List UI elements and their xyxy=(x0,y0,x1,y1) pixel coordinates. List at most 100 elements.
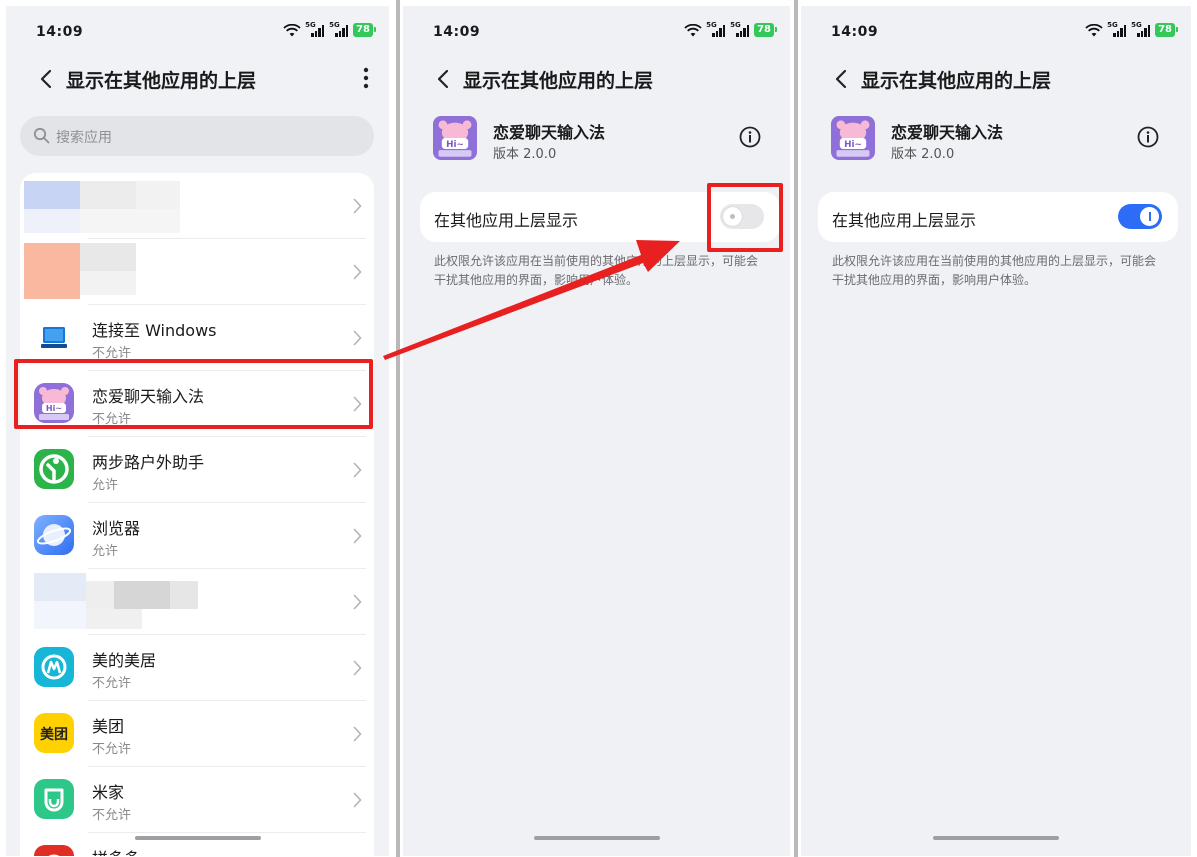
svg-text:美团: 美团 xyxy=(40,726,68,743)
nav-bar: 显示在其他应用的上层 xyxy=(801,58,1191,102)
highlight-box-app-row xyxy=(14,359,373,429)
app-name: 浏览器 xyxy=(92,519,141,538)
list-item-midea[interactable]: 美的美居 不允许 xyxy=(20,635,374,701)
page-title: 显示在其他应用的上层 xyxy=(861,70,1052,92)
info-icon[interactable] xyxy=(739,126,761,148)
app-version: 版本 2.0.0 xyxy=(891,147,955,162)
permission-status: 不允许 xyxy=(92,676,132,691)
signal-icon: 5G xyxy=(305,21,325,37)
divider xyxy=(396,0,400,857)
divider xyxy=(794,0,798,857)
back-arrow-icon[interactable] xyxy=(831,68,853,90)
meituan-icon: 美团 xyxy=(34,713,74,753)
svg-text:Hi~: Hi~ xyxy=(446,140,464,150)
search-icon xyxy=(33,127,50,144)
battery-icon: 78 xyxy=(754,23,777,37)
app-name: 连接至 Windows xyxy=(92,321,217,340)
home-indicator[interactable] xyxy=(933,836,1059,840)
permission-status: 不允许 xyxy=(92,808,132,823)
signal-icon: 5G xyxy=(706,21,726,37)
app-name: 恋爱聊天输入法 xyxy=(891,123,1004,142)
signal-icon: 5G xyxy=(730,21,750,37)
link-to-windows-icon xyxy=(34,317,74,357)
status-bar: 14:09 5G 5G 78 xyxy=(403,6,790,56)
app-name: 美的美居 xyxy=(92,651,157,670)
chevron-right-icon xyxy=(353,264,362,280)
app-name: 米家 xyxy=(92,783,125,802)
two-step-outdoor-icon xyxy=(34,449,74,489)
battery-icon: 78 xyxy=(353,23,376,37)
battery-icon: 78 xyxy=(1155,23,1178,37)
chevron-right-icon xyxy=(353,198,362,214)
page-title: 显示在其他应用的上层 xyxy=(66,70,257,92)
permission-status: 不允许 xyxy=(92,742,132,757)
app-name: 恋爱聊天输入法 xyxy=(493,123,606,142)
status-bar: 14:09 5G 5G 78 xyxy=(801,6,1191,56)
chevron-right-icon xyxy=(353,330,362,346)
love-chat-keyboard-icon: Hi~ xyxy=(831,116,875,160)
status-time: 14:09 xyxy=(433,24,481,40)
status-icons: 5G 5G 78 xyxy=(283,21,376,37)
app-name: 美团 xyxy=(92,717,125,736)
love-chat-keyboard-icon: Hi~ xyxy=(433,116,477,160)
list-item-mijia[interactable]: 米家 不允许 xyxy=(20,767,374,833)
list-item-blurred[interactable] xyxy=(20,173,374,239)
chevron-right-icon xyxy=(353,660,362,676)
setting-label: 在其他应用上层显示 xyxy=(434,211,579,230)
status-icons: 5G 5G 78 xyxy=(684,21,777,37)
home-indicator[interactable] xyxy=(533,836,660,840)
back-arrow-icon[interactable] xyxy=(36,68,58,90)
app-list: 连接至 Windows 不允许 Hi~ 恋爱聊天输入法 不允许 两步路户外助手 … xyxy=(20,173,374,856)
more-options-icon[interactable] xyxy=(363,66,369,90)
detail-screen-off: 14:09 5G 5G 78 显示在其他应用的上层 Hi~ 恋爱聊天输入法 版本… xyxy=(403,6,790,856)
highlight-box-toggle xyxy=(707,183,783,252)
back-arrow-icon[interactable] xyxy=(433,68,455,90)
wifi-icon xyxy=(684,23,702,36)
overlay-permission-toggle[interactable] xyxy=(1118,204,1162,229)
nav-bar: 显示在其他应用的上层 xyxy=(6,58,389,102)
status-time: 14:09 xyxy=(36,24,84,40)
app-list-screen: 14:09 5G 5G 78 显示在其他应用的上层 搜索应用 连接至 Windo… xyxy=(6,6,389,856)
chevron-right-icon xyxy=(353,792,362,808)
app-name: 两步路户外助手 xyxy=(92,453,205,472)
status-icons: 5G 5G 78 xyxy=(1085,21,1178,37)
setting-label: 在其他应用上层显示 xyxy=(832,211,977,230)
app-header: Hi~ 恋爱聊天输入法 版本 2.0.0 xyxy=(433,116,773,166)
overlay-permission-setting: 在其他应用上层显示 xyxy=(818,192,1178,242)
signal-icon: 5G xyxy=(329,21,349,37)
permission-description: 此权限允许该应用在当前使用的其他应用的上层显示，可能会干扰其他应用的界面，影响用… xyxy=(434,254,759,287)
home-indicator[interactable] xyxy=(134,836,261,840)
svg-text:Hi~: Hi~ xyxy=(844,140,862,150)
wifi-icon xyxy=(1085,23,1103,36)
info-icon[interactable] xyxy=(1137,126,1159,148)
pinduoduo-icon xyxy=(34,845,74,856)
signal-icon: 5G xyxy=(1131,21,1151,37)
permission-description: 此权限允许该应用在当前使用的其他应用的上层显示，可能会干扰其他应用的界面，影响用… xyxy=(832,254,1157,287)
list-item-meituan[interactable]: 美团 美团 不允许 xyxy=(20,701,374,767)
app-name: 拼多多 xyxy=(92,845,140,856)
permission-status: 允许 xyxy=(92,478,119,493)
search-placeholder: 搜索应用 xyxy=(56,130,112,146)
chevron-right-icon xyxy=(353,462,362,478)
midea-icon xyxy=(34,647,74,687)
permission-status: 允许 xyxy=(92,544,119,559)
page-title: 显示在其他应用的上层 xyxy=(463,70,654,92)
chevron-right-icon xyxy=(353,726,362,742)
mijia-icon xyxy=(34,779,74,819)
detail-screen-on: 14:09 5G 5G 78 显示在其他应用的上层 Hi~ 恋爱聊天输入法 版本… xyxy=(801,6,1191,856)
wifi-icon xyxy=(283,23,301,36)
status-time: 14:09 xyxy=(831,24,879,40)
search-input[interactable]: 搜索应用 xyxy=(20,116,374,156)
chevron-right-icon xyxy=(353,528,362,544)
list-item-two-step-outdoor[interactable]: 两步路户外助手 允许 xyxy=(20,437,374,503)
chevron-right-icon xyxy=(353,594,362,610)
app-version: 版本 2.0.0 xyxy=(493,147,557,162)
app-header: Hi~ 恋爱聊天输入法 版本 2.0.0 xyxy=(831,116,1171,166)
status-bar: 14:09 5G 5G 78 xyxy=(6,6,389,56)
nav-bar: 显示在其他应用的上层 xyxy=(403,58,790,102)
list-item-blurred[interactable] xyxy=(20,239,374,305)
signal-icon: 5G xyxy=(1107,21,1127,37)
list-item-blurred[interactable] xyxy=(20,569,374,635)
browser-icon xyxy=(34,515,74,555)
list-item-browser[interactable]: 浏览器 允许 xyxy=(20,503,374,569)
